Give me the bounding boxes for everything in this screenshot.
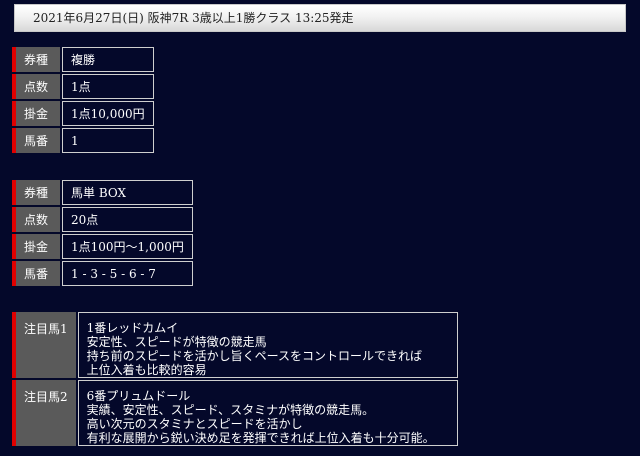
bet1-stake-value: 1点10,000円 bbox=[62, 101, 154, 126]
bet1-row-stake: 掛金 1点10,000円 bbox=[12, 101, 154, 126]
bet1-horse-value: 1 bbox=[62, 128, 154, 153]
bet2-stake-value: 1点100円～1,000円 bbox=[62, 234, 193, 259]
notable-row-1: 注目馬1 1番レッドカムイ 安定性、スピードが特徴の競走馬 持ち前のスピードを活… bbox=[12, 312, 458, 378]
notable-1-line: 上位入着も比較的容易 bbox=[86, 363, 207, 377]
notable-2-comment: 6番プリュムドール 実績、安定性、スピード、スタミナが特徴の競走馬。 高い次元の… bbox=[77, 380, 458, 446]
bet2-row-stake: 掛金 1点100円～1,000円 bbox=[12, 234, 193, 259]
notable-1-comment: 1番レッドカムイ 安定性、スピードが特徴の競走馬 持ち前のスピードを活かし旨くペ… bbox=[77, 312, 458, 378]
notable-row-2: 注目馬2 6番プリュムドール 実績、安定性、スピード、スタミナが特徴の競走馬。 … bbox=[12, 380, 458, 446]
bet2-points-label: 点数 bbox=[12, 207, 60, 232]
bet2-horse-value: 1 - 3 - 5 - 6 - 7 bbox=[62, 261, 193, 286]
notable-2-line: 実績、安定性、スピード、スタミナが特徴の競走馬。 bbox=[86, 403, 375, 417]
race-header: 2021年6月27日(日) 阪神7R 3歳以上1勝クラス 13:25発走 bbox=[14, 4, 626, 32]
notable-1-line: 持ち前のスピードを活かし旨くペースをコントロールできれば bbox=[86, 349, 423, 363]
bet1-stake-label: 掛金 bbox=[12, 101, 60, 126]
notable-1-line: 1番レッドカムイ bbox=[86, 321, 179, 335]
notable-horses-table: 注目馬1 1番レッドカムイ 安定性、スピードが特徴の競走馬 持ち前のスピードを活… bbox=[10, 310, 460, 448]
notable-1-label: 注目馬1 bbox=[12, 312, 76, 378]
bet2-type-value: 馬単 BOX bbox=[62, 180, 193, 205]
notable-1-line: 安定性、スピードが特徴の競走馬 bbox=[86, 335, 267, 349]
bet2-row-horse: 馬番 1 - 3 - 5 - 6 - 7 bbox=[12, 261, 193, 286]
bet-table-1: 券種 複勝 点数 1点 掛金 1点10,000円 馬番 1 bbox=[10, 45, 156, 155]
bet2-stake-label: 掛金 bbox=[12, 234, 60, 259]
bet1-type-value: 複勝 bbox=[62, 47, 154, 72]
bet2-points-value: 20点 bbox=[62, 207, 193, 232]
notable-2-line: 有利な展開から鋭い決め足を発揮できれば上位入着も十分可能。 bbox=[86, 431, 435, 445]
notable-2-line: 6番プリュムドール bbox=[86, 389, 191, 403]
bet2-horse-label: 馬番 bbox=[12, 261, 60, 286]
bet1-row-type: 券種 複勝 bbox=[12, 47, 154, 72]
bet1-row-horse: 馬番 1 bbox=[12, 128, 154, 153]
bet1-points-label: 点数 bbox=[12, 74, 60, 99]
bet1-horse-label: 馬番 bbox=[12, 128, 60, 153]
bet-table-2: 券種 馬単 BOX 点数 20点 掛金 1点100円～1,000円 馬番 1 -… bbox=[10, 178, 195, 288]
notable-2-label: 注目馬2 bbox=[12, 380, 76, 446]
bet2-row-type: 券種 馬単 BOX bbox=[12, 180, 193, 205]
notable-2-line: 高い次元のスタミナとスピードを活かし bbox=[86, 417, 303, 431]
bet1-row-points: 点数 1点 bbox=[12, 74, 154, 99]
bet2-row-points: 点数 20点 bbox=[12, 207, 193, 232]
bet1-type-label: 券種 bbox=[12, 47, 60, 72]
bet1-points-value: 1点 bbox=[62, 74, 154, 99]
bet2-type-label: 券種 bbox=[12, 180, 60, 205]
